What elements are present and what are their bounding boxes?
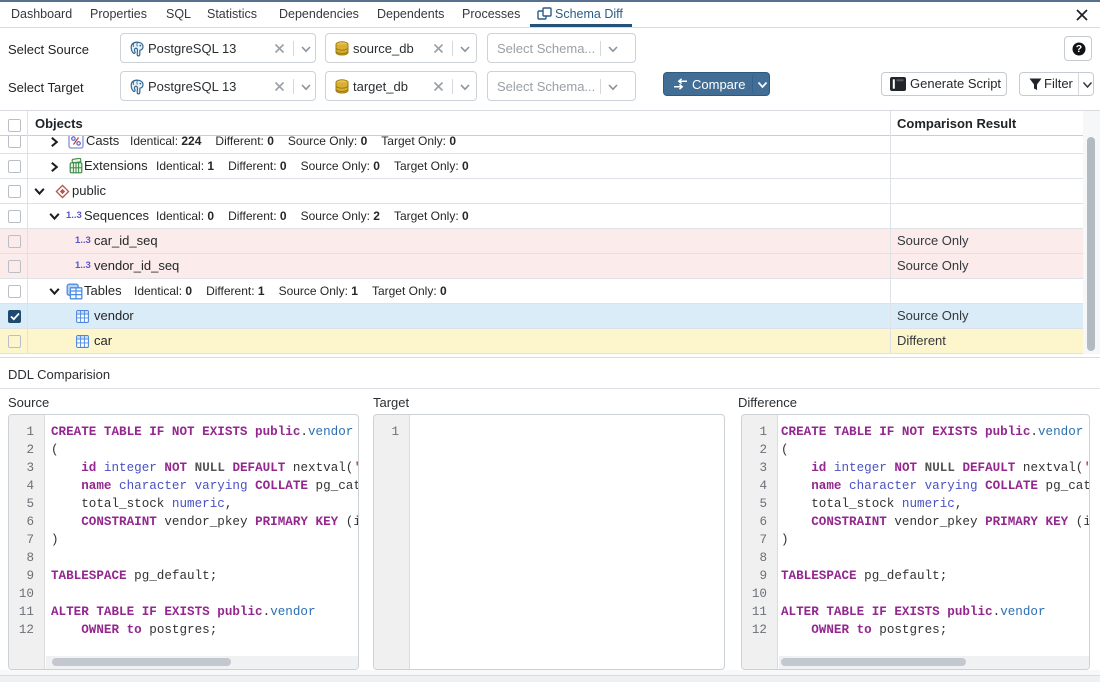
svg-text:?: ? [1076,43,1082,55]
